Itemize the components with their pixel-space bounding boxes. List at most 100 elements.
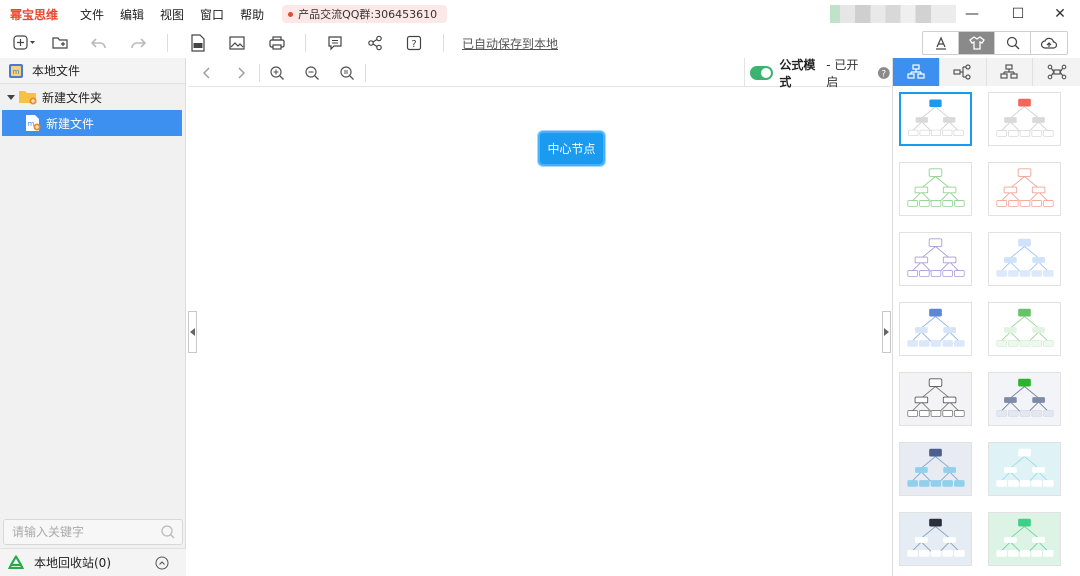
export-image-button[interactable] [227,33,247,53]
toolbar-divider [259,64,260,82]
theme-preview [900,163,971,215]
theme-preview [900,373,971,425]
local-files-label: 本地文件 [32,64,81,78]
menu-file[interactable]: 文件 [80,6,104,23]
main-toolbar: ? 已自动保存到本地 [0,28,1080,58]
recycle-icon [8,554,24,569]
tab-layout-org[interactable] [986,58,1034,86]
tab-layout-tree-down[interactable] [893,58,940,86]
theme-option[interactable] [899,232,972,286]
theme-panel [892,58,1080,576]
cloud-tab[interactable] [1031,32,1067,54]
caret-left-icon [189,328,195,336]
undo-button[interactable] [89,33,109,53]
layout-tabs [893,58,1080,86]
comment-icon [328,36,342,51]
chevron-up-circle-icon[interactable] [155,556,169,570]
zoom-out-button[interactable] [303,64,321,82]
svg-text:m: m [13,68,20,76]
theme-option[interactable] [988,442,1061,496]
share-button[interactable] [365,33,385,53]
menu-edit[interactable]: 编辑 [120,6,144,23]
formula-mode-toggle[interactable]: 公式模式 - 已开启 ? [744,57,891,89]
org-chart-icon [1000,64,1018,79]
redo-button[interactable] [128,33,148,53]
question-icon: ? [406,35,422,51]
file-search-input[interactable] [12,525,152,539]
redo-icon [131,38,147,49]
qq-group-badge[interactable]: 产品交流QQ群:306453610 [282,5,448,23]
pdf-icon [191,34,205,52]
comment-button[interactable] [325,33,345,53]
export-pdf-button[interactable] [188,33,208,53]
share-icon [368,35,382,51]
file-name: 新建文件 [46,116,95,131]
new-file-icon [13,35,35,50]
collapse-right-handle[interactable] [882,311,891,353]
central-node[interactable]: 中心节点 [538,131,605,166]
maximize-button[interactable]: ☐ [1006,4,1030,24]
search-tab[interactable] [995,32,1031,54]
autosave-status-link[interactable]: 已自动保存到本地 [462,35,558,52]
theme-preview [989,443,1060,495]
folder-icon [19,91,37,105]
search-icon[interactable] [160,524,176,540]
text-style-icon [935,36,946,50]
fit-view-button[interactable] [338,64,356,82]
theme-option[interactable] [988,302,1061,356]
theme-option[interactable] [899,162,972,216]
user-account-blurred[interactable] [830,5,956,23]
back-button[interactable] [198,64,216,82]
toolbar-divider [365,64,366,82]
chevron-left-icon [203,67,210,79]
theme-preview [989,373,1060,425]
theme-option[interactable] [988,92,1061,146]
menu-window[interactable]: 窗口 [200,6,224,23]
text-style-tab[interactable] [923,32,959,54]
menu-help[interactable]: 帮助 [240,6,264,23]
theme-preview [900,303,971,355]
help-circle-icon[interactable]: ? [877,66,891,80]
theme-tab[interactable] [959,32,995,54]
theme-option[interactable] [988,512,1061,566]
theme-preview [900,233,971,285]
theme-option[interactable] [899,442,972,496]
local-files-header[interactable]: m 本地文件 [0,58,185,84]
tshirt-icon [968,36,985,50]
recycle-bin-label: 本地回收站(0) [34,556,111,570]
formula-mode-status: - 已开启 [826,57,859,89]
theme-option[interactable] [988,162,1061,216]
menu-view[interactable]: 视图 [160,6,184,23]
cloud-upload-icon [1040,37,1058,49]
caret-down-icon[interactable] [6,92,16,102]
theme-option[interactable] [899,372,972,426]
folder-add-icon [52,37,68,49]
new-file-button[interactable] [12,33,38,53]
close-button[interactable]: ✕ [1048,4,1072,24]
theme-option[interactable] [899,92,972,146]
print-button[interactable] [267,33,287,53]
tree-down-icon [907,64,925,79]
theme-option[interactable] [899,512,972,566]
zoom-in-button[interactable] [268,64,286,82]
red-dot-icon [288,11,294,17]
collapse-left-handle[interactable] [188,311,197,353]
forward-button[interactable] [232,64,250,82]
tab-layout-mindmap[interactable] [1033,58,1080,86]
recycle-bin-row[interactable]: 本地回收站(0) [0,548,186,576]
theme-option[interactable] [988,232,1061,286]
new-folder-button[interactable] [50,33,70,53]
mindmap-canvas[interactable]: 公式模式 - 已开启 ? 中心节点 [188,58,891,576]
tree-file-selected[interactable]: m 新建文件 [2,110,182,136]
zoom-in-icon [270,66,284,80]
theme-option[interactable] [988,372,1061,426]
file-search-box [3,519,183,545]
tree-folder[interactable]: 新建文件夹 [0,84,185,110]
toggle-switch[interactable] [750,65,774,80]
help-button[interactable]: ? [404,33,424,53]
theme-preview [989,513,1060,565]
tab-layout-right[interactable] [939,58,987,86]
theme-option[interactable] [899,302,972,356]
title-bar: 幂宝思维 文件 编辑 视图 窗口 帮助 产品交流QQ群:306453610 — … [0,0,1080,28]
minimize-button[interactable]: — [960,4,984,24]
